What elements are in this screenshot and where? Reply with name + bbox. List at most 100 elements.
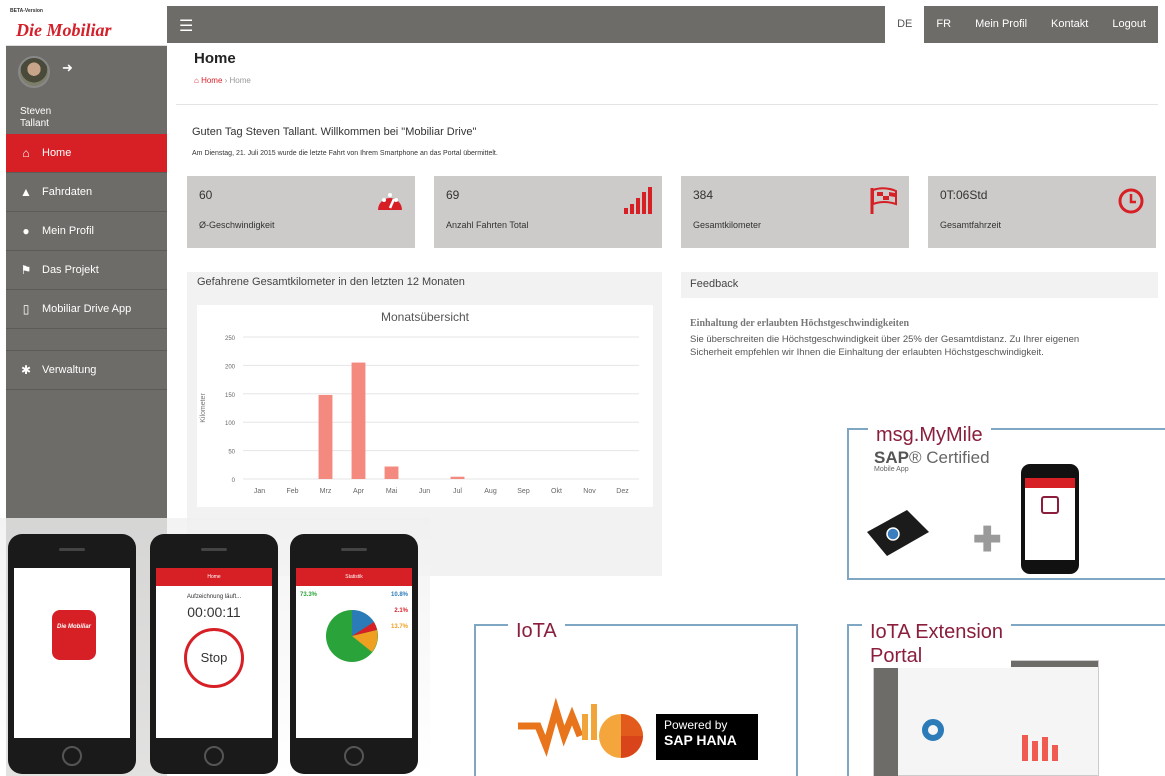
stat-value: 384 xyxy=(693,188,714,202)
bar xyxy=(384,466,399,479)
page-title: Home xyxy=(194,50,236,67)
iota-analytics-logo xyxy=(518,697,643,758)
x-tick-label: Feb xyxy=(286,488,298,495)
sidebar-item-label: Verwaltung xyxy=(42,364,97,376)
sidebar-item-fahrdaten[interactable]: ▲ Fahrdaten xyxy=(6,173,167,212)
speedometer-icon xyxy=(378,193,402,210)
phone-launch-screen: Die Mobiliar xyxy=(8,534,136,774)
feedback-text: Sie überschreiten die Höchstgeschwindigk… xyxy=(690,334,1080,358)
sidebar-item-label: Mein Profil xyxy=(42,225,94,237)
flag-icon: ⚑ xyxy=(20,263,32,277)
sap-label: SAP xyxy=(874,448,909,467)
logo-area: BETA-Version Die Mobiliar xyxy=(6,6,167,46)
iota-title: IoTA xyxy=(508,620,565,643)
stat-card-km: 384 Gesamtkilometer xyxy=(681,176,909,248)
portal-screenshot xyxy=(873,660,1099,776)
sidebar-item-app[interactable]: ▯ Mobiliar Drive App xyxy=(6,290,167,329)
phone-recording-screen: Home Aufzeichnung läuft... 00:00:11 Stop xyxy=(150,534,278,774)
profile-link[interactable]: Mein Profil xyxy=(963,6,1039,43)
contact-link[interactable]: Kontakt xyxy=(1039,6,1100,43)
obd-dongle-image xyxy=(867,510,929,556)
breadcrumb-home-link[interactable]: ⌂ Home xyxy=(194,76,222,85)
sap-hana-badge: Powered by SAP HANA xyxy=(656,714,758,760)
sidebar-item-profile[interactable]: ● Mein Profil xyxy=(6,212,167,251)
app-header: Statistik xyxy=(296,568,412,586)
feedback-header xyxy=(681,272,1158,298)
logout-link[interactable]: Logout xyxy=(1100,6,1158,43)
lang-fr-button[interactable]: FR xyxy=(924,6,963,43)
sidebar-item-label: Home xyxy=(42,147,72,159)
x-tick-label: Jan xyxy=(254,488,265,495)
bar xyxy=(318,394,333,479)
y-tick-label: 100 xyxy=(225,421,236,427)
x-tick-label: Mai xyxy=(386,488,398,495)
stat-percent: 13.7% xyxy=(390,624,408,630)
mobile-icon: ▯ xyxy=(22,302,30,316)
breadcrumb: ⌂ Home › Home xyxy=(194,76,251,85)
stat-percent: 10.8% xyxy=(390,592,408,598)
x-tick-label: Nov xyxy=(583,488,596,495)
stat-label: Gesamtkilometer xyxy=(693,220,762,230)
stat-value: 69 xyxy=(446,188,460,202)
home-icon: ⌂ xyxy=(22,146,30,160)
x-tick-label: Apr xyxy=(353,488,365,495)
stop-button[interactable]: Stop xyxy=(184,628,244,688)
user-box: ➜ Steven Tallant xyxy=(6,46,167,134)
stat-card-time: 0T:06Std Gesamtfahrzeit xyxy=(928,176,1156,248)
x-tick-label: Okt xyxy=(551,488,562,495)
y-axis-label: Kilometer xyxy=(200,393,207,423)
stat-label: Gesamtfahrzeit xyxy=(940,220,1002,230)
stat-value: 0T:06Std xyxy=(940,188,988,202)
mymile-phone-image xyxy=(1021,464,1079,574)
plus-icon: ✚ xyxy=(973,521,1002,559)
lang-de-button[interactable]: DE xyxy=(885,6,925,43)
stat-percent: 73.3% xyxy=(300,592,318,598)
iota-extension-title-line1: IoTA Extension xyxy=(870,621,1004,643)
stats-pie-chart xyxy=(326,609,378,662)
phone-statistics-screen: Statistik 73.3% 10.8% 2.1% 13.7% xyxy=(290,534,418,774)
chart-panel-title: Gefahrene Gesamtkilometer in den letzten… xyxy=(197,276,465,288)
menu-toggle-icon[interactable]: ☰ xyxy=(179,16,193,36)
sidebar-item-label: Mobiliar Drive App xyxy=(42,303,132,315)
recording-timer: 00:00:11 xyxy=(187,604,241,620)
avatar[interactable] xyxy=(18,56,50,88)
y-tick-label: 0 xyxy=(232,478,236,484)
stat-percent: 2.1% xyxy=(394,608,408,614)
stat-label: Anzahl Fahrten Total xyxy=(446,220,529,230)
sap-hana-label: SAP HANA xyxy=(664,732,737,748)
iota-extension-title: IoTA Extension Portal xyxy=(862,620,1012,668)
bar xyxy=(351,362,366,479)
user-last-name: Tallant xyxy=(20,118,49,129)
app-header: Home xyxy=(156,568,272,586)
breadcrumb-current: Home xyxy=(229,76,251,85)
sidebar-item-projekt[interactable]: ⚑ Das Projekt xyxy=(6,251,167,290)
checkered-flag-icon xyxy=(870,187,897,214)
y-tick-label: 200 xyxy=(225,364,236,370)
sidebar-item-verwaltung[interactable]: ✱ Verwaltung xyxy=(6,351,167,390)
chart-title: Monatsübersicht xyxy=(381,310,470,324)
certified-label: Certified xyxy=(926,448,990,467)
sap-certified-sub: Mobile App xyxy=(874,466,909,473)
mobiliar-app-icon[interactable]: Die Mobiliar xyxy=(52,610,96,660)
sign-out-icon[interactable]: ➜ xyxy=(62,60,73,76)
road-icon: ▲ xyxy=(20,185,32,199)
bar-chart: Monatsübersicht Kilometer 0 50 100 150 200 250 J… xyxy=(200,310,639,495)
x-tick-label: Aug xyxy=(484,488,497,495)
powered-by-label: Powered by xyxy=(664,718,728,732)
bar xyxy=(450,476,465,479)
feedback-title: Feedback xyxy=(690,278,739,290)
signal-bars-icon xyxy=(624,187,652,214)
logo[interactable]: Die Mobiliar xyxy=(16,20,112,41)
sidebar-item-label: Das Projekt xyxy=(42,264,99,276)
stat-label: Ø-Geschwindigkeit xyxy=(199,220,275,230)
welcome-message: Guten Tag Steven Tallant. Willkommen bei… xyxy=(192,126,477,138)
sidebar-item-home[interactable]: ⌂ Home xyxy=(6,134,167,173)
stat-card-trips: 69 Anzahl Fahrten Total xyxy=(434,176,662,248)
stat-value: 60 xyxy=(199,188,213,202)
user-icon: ● xyxy=(22,224,30,238)
app-root: BETA-Version Die Mobiliar ➜ Steven Talla… xyxy=(0,0,1165,776)
x-tick-label: Jul xyxy=(453,488,462,495)
chart-container: Monatsübersicht Kilometer 0 50 100 150 200 250 J… xyxy=(197,305,653,507)
recording-status: Aufzeichnung läuft... xyxy=(186,594,242,600)
sap-certified-badge: SAP® Certified xyxy=(874,448,990,467)
